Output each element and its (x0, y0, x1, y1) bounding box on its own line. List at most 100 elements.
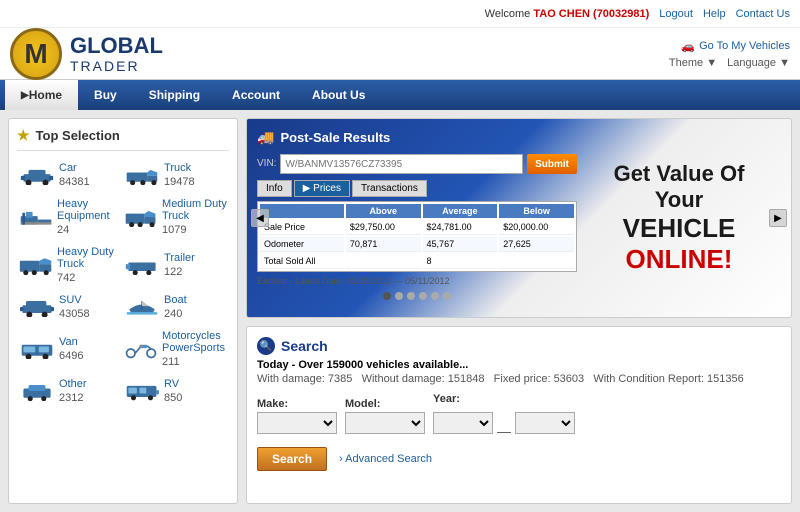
language-button[interactable]: Language ▼ (727, 57, 790, 69)
car-link[interactable]: Car (59, 162, 90, 174)
list-item: Medium Duty Truck 1079 (122, 195, 229, 239)
heavy-equipment-icon (19, 205, 53, 229)
model-label: Model: (345, 398, 425, 410)
table-row: Odometer 70,871 45,767 27,625 (260, 237, 574, 252)
van-link[interactable]: Van (59, 336, 83, 348)
col-below: Below (499, 204, 574, 218)
boat-link[interactable]: Boat (164, 294, 187, 306)
car-icon (19, 163, 55, 187)
go-to-vehicles-link[interactable]: 🚗 Go To My Vehicles (681, 40, 790, 53)
list-item: Boat 240 (122, 291, 229, 323)
trailer-icon (124, 253, 160, 277)
suv-icon (19, 295, 55, 319)
online-text: ONLINE! (626, 244, 733, 274)
search-button[interactable]: Search (257, 447, 327, 471)
nav-shipping[interactable]: Shipping (133, 80, 216, 110)
banner-next[interactable]: ▶ (769, 209, 787, 227)
logout-link[interactable]: Logout (659, 8, 693, 20)
rv-icon (124, 379, 160, 403)
chevron-down-icon: ▼ (706, 57, 717, 69)
theme-button[interactable]: Theme ▼ (669, 57, 717, 69)
trailer-link[interactable]: Trailer (164, 252, 195, 264)
motorcycles-icon (124, 337, 158, 361)
col-average: Average (423, 204, 498, 218)
dot[interactable] (443, 292, 451, 300)
contact-link[interactable]: Contact Us (736, 8, 790, 20)
year-label: Year: (433, 393, 575, 405)
nav-account[interactable]: Account (216, 80, 296, 110)
list-item: Other 2312 (17, 375, 120, 407)
nav-home[interactable]: Home (5, 80, 78, 110)
username: TAO CHEN (70032981) (533, 8, 649, 20)
tab-prices[interactable]: ▶ Prices (294, 180, 350, 197)
search-detail: With damage: 7385 Without damage: 151848… (257, 373, 781, 385)
logo-letter: M (24, 38, 47, 70)
car-small-icon: 🚗 (681, 40, 695, 53)
list-item: Heavy Equipment 24 (17, 195, 120, 239)
main-nav: Home Buy Shipping Account About Us (0, 80, 800, 110)
slider-dots (257, 292, 577, 300)
vin-label: VIN: (257, 154, 276, 174)
logo: M GLOBAL TRADER (10, 28, 163, 80)
medium-duty-truck-link[interactable]: Medium Duty Truck (162, 198, 227, 222)
chevron-right-icon: › (339, 453, 343, 465)
list-item: SUV 43058 (17, 291, 120, 323)
list-item: Trailer 122 (122, 243, 229, 287)
advanced-search-link[interactable]: › Advanced Search (339, 453, 432, 465)
make-select[interactable] (257, 412, 337, 434)
sidebar-title: ★ Top Selection (17, 127, 229, 151)
date-range: Earliest - Latest Date: 03/28/2012 — 05/… (257, 276, 577, 286)
submit-button[interactable]: Submit (527, 154, 577, 174)
nav-buy[interactable]: Buy (78, 80, 133, 110)
dot[interactable] (407, 292, 415, 300)
heavy-duty-truck-link[interactable]: Heavy Duty Truck (57, 246, 118, 270)
model-select[interactable] (345, 412, 425, 434)
rv-link[interactable]: RV (164, 378, 182, 390)
results-table: Above Average Below Sale Price $29,750.0… (257, 201, 577, 272)
dot[interactable] (419, 292, 427, 300)
truck-small-icon: 🚚 (257, 129, 274, 146)
dot[interactable] (395, 292, 403, 300)
vin-input[interactable] (280, 154, 523, 174)
help-link[interactable]: Help (703, 8, 726, 20)
motorcycles-link[interactable]: Motorcycles PowerSports (162, 330, 227, 354)
make-label: Make: (257, 398, 337, 410)
year-to-select[interactable] (515, 412, 575, 434)
list-item: Heavy Duty Truck 742 (17, 243, 120, 287)
nav-about[interactable]: About Us (296, 80, 381, 110)
dot[interactable] (383, 292, 391, 300)
suv-link[interactable]: SUV (59, 294, 90, 306)
table-row: Total Sold All 8 (260, 254, 574, 269)
tab-transactions[interactable]: Transactions (352, 180, 427, 197)
promo-text: Get Value Of Your VEHICLE ONLINE! (587, 161, 771, 276)
dot[interactable] (431, 292, 439, 300)
promo-line1: Get Value Of Your (587, 161, 771, 214)
heavy-duty-truck-icon (19, 253, 53, 277)
medium-duty-truck-icon (124, 205, 158, 229)
list-item: RV 850 (122, 375, 229, 407)
year-from-select[interactable] (433, 412, 493, 434)
truck-link[interactable]: Truck (164, 162, 195, 174)
chevron-down-icon: ▼ (779, 57, 790, 69)
logo-text: GLOBAL TRADER (70, 34, 163, 74)
brand-top: GLOBAL (70, 34, 163, 58)
heavy-equipment-link[interactable]: Heavy Equipment (57, 198, 118, 222)
van-icon (19, 337, 55, 361)
truck-icon (124, 163, 160, 187)
col-above: Above (346, 204, 421, 218)
search-circle-icon: 🔍 (257, 337, 275, 355)
boat-icon (124, 295, 160, 319)
promo-line2: VEHICLE ONLINE! (587, 213, 771, 275)
dash: — (497, 423, 511, 439)
star-icon: ★ (17, 127, 30, 144)
vehicle-grid: Car 84381 Truck 19478 Heavy Equ (17, 159, 229, 407)
list-item: Motorcycles PowerSports 211 (122, 327, 229, 371)
other-link[interactable]: Other (59, 378, 87, 390)
logo-icon: M (10, 28, 62, 80)
search-fields: Make: Model: Year: (257, 393, 781, 439)
post-sale-title: 🚚 Post-Sale Results (257, 129, 577, 146)
result-tabs: Info ▶ Prices Transactions (257, 180, 577, 197)
tab-info[interactable]: Info (257, 180, 292, 197)
table-row: Sale Price $29,750.00 $24,781.00 $20,000… (260, 220, 574, 235)
banner-prev[interactable]: ◀ (251, 209, 269, 227)
